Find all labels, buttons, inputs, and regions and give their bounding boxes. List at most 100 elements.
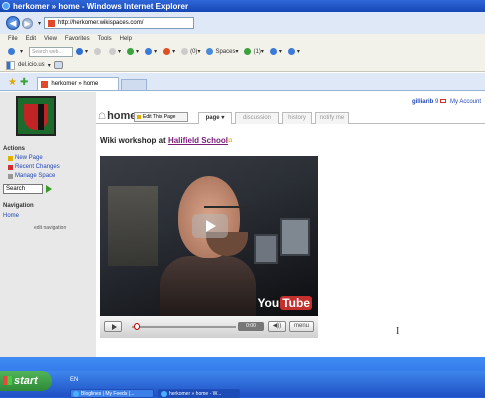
window-title: herkomer » home - Windows Internet Explo… [13,1,189,11]
ie-icon [161,391,167,397]
video-play-overlay-button[interactable] [192,214,228,238]
wiki-tabs-row: ☖home Edit This Page page ▾ discussion h… [96,110,485,124]
user-bar: gilliarib 9 My Account [412,99,481,105]
language-indicator[interactable]: EN [70,377,78,383]
page-title: ☖home [98,110,137,122]
tab-page[interactable]: page ▾ [198,112,232,124]
manage-space-icon [8,173,13,179]
back-button[interactable]: ◀ [6,16,20,30]
new-tab-button[interactable] [121,79,148,90]
tab-label: herkomer » home [51,81,99,87]
play-icon [112,324,117,330]
sidebar-search-input[interactable]: Search [3,184,43,194]
video-background-monitor [280,218,310,256]
seek-handle[interactable] [134,323,140,330]
ie-logo-icon [2,2,10,10]
video-background-monitor [254,234,278,264]
video-menu-button[interactable]: menu [289,321,314,332]
windows-flag-icon [3,376,12,385]
menu-favorites[interactable]: Favorites [65,36,90,42]
taskbar-item-herkomer[interactable]: herkomer » home - W... [158,389,240,398]
navigation-heading: Navigation [3,203,34,209]
school-crest-logo[interactable] [16,96,56,136]
delicious-label[interactable]: del.icio.us [18,62,45,68]
video-presenter [160,176,256,316]
menu-tools[interactable]: Tools [98,36,112,42]
toolbar-contacts-icon[interactable]: (1) ▾ [244,48,264,55]
add-favorites-icon[interactable]: ✚ [20,76,28,90]
search-go-icon[interactable] [46,185,52,193]
recent-changes-link[interactable]: Recent Changes [8,164,60,170]
toolbar-spaces-icon[interactable]: Spaces ▾ [206,48,238,55]
video-background-shelves [108,186,158,266]
forward-button[interactable]: ▶ [22,17,33,29]
address-url: http://herkomer.wikispaces.com/ [58,20,144,26]
youtube-video-player[interactable]: You Tube 0:00 ◀)) menu [100,156,318,338]
window-title-bar: herkomer » home - Windows Internet Explo… [0,0,485,12]
toolbar-notes-icon[interactable]: ▾ [163,48,175,55]
video-controls: 0:00 ◀)) menu [100,316,318,338]
address-bar[interactable]: http://herkomer.wikispaces.com/ [44,17,195,29]
house-icon: ☖ [98,111,107,121]
toolbar-mail-icon[interactable]: (0) ▾ [181,48,200,55]
toolbar-logo-dropdown-icon[interactable]: ▾ [20,48,23,55]
play-button[interactable] [104,321,122,332]
menu-edit[interactable]: Edit [26,36,36,42]
youtube-logo[interactable]: You Tube [257,296,312,310]
halifield-school-link[interactable]: Halifield School [168,136,228,145]
username-link[interactable]: gilliarib [412,99,433,105]
volume-button[interactable]: ◀)) [268,321,286,332]
history-dropdown-icon[interactable]: ▾ [38,20,41,27]
toolbar-help-icon[interactable]: ▾ [287,48,300,55]
edit-this-page-button[interactable]: Edit This Page [134,112,188,122]
tab-favicon-icon [41,80,49,88]
toolbar-check-icon[interactable]: ▾ [145,48,157,55]
seek-bar[interactable] [132,326,236,328]
menu-bar: File Edit View Favorites Tools Help [0,34,485,44]
content-heading: Wiki workshop at Halifield School¤ [100,136,233,145]
taskbar-item-bloglines[interactable]: Bloglines | My Feeds (... [70,389,154,398]
nav-home-link[interactable]: Home [3,213,19,219]
text-cursor-icon: I [396,326,400,337]
menu-view[interactable]: View [44,36,57,42]
tab-notify-me[interactable]: notify me [315,112,349,124]
time-display: 0:00 [238,322,264,331]
web-page: Actions New Page Recent Changes Manage S… [0,92,485,357]
tab-discussion[interactable]: discussion [235,112,279,124]
external-link-icon: ¤ [227,136,233,145]
menu-file[interactable]: File [8,36,18,42]
manage-space-link[interactable]: Manage Space [8,173,55,179]
menu-help[interactable]: Help [120,36,132,42]
mail-icon[interactable] [440,99,447,104]
recent-changes-icon [8,164,13,170]
search-toolbar: ▾ Search web... ▾ ▾ ▾ ▾ ▾ (0) ▾ Spaces ▾ (… [0,44,485,59]
delicious-dropdown-icon[interactable]: ▾ [48,62,51,69]
ie-icon [73,391,79,397]
address-row: ◀ ▶ ▾ http://herkomer.wikispaces.com/ [0,12,485,34]
favorites-star-icon[interactable]: ★ [8,76,17,90]
toolbar-search-input[interactable]: Search web... [29,46,74,57]
toolbar-settings-icon[interactable]: ▾ [269,48,282,55]
toolbar-logo-icon[interactable] [8,48,15,55]
delicious-icon[interactable] [6,60,15,70]
tab-bar: ★ ✚ herkomer » home [0,73,485,91]
tab-history[interactable]: history [282,112,312,124]
wikispaces-favicon-icon [48,19,56,27]
edit-navigation-link[interactable]: edit navigation [34,225,66,231]
tab-herkomer-home[interactable]: herkomer » home [37,77,120,90]
new-page-link[interactable]: New Page [8,155,43,161]
toolbar-plus-icon[interactable] [94,48,103,55]
new-page-icon [8,155,13,161]
pencil-icon [137,115,141,119]
toolbar-search-icon[interactable]: ▾ [76,48,88,55]
toolbar-bookmark-icon[interactable]: ▾ [109,48,121,55]
my-account-link[interactable]: My Account [450,99,481,105]
start-button[interactable]: start [0,371,52,391]
delicious-tag-icon[interactable] [53,61,63,69]
wiki-sidebar: Actions New Page Recent Changes Manage S… [0,92,96,357]
toolbar-green-icon[interactable]: ▾ [127,48,139,55]
video-frame[interactable]: You Tube [100,156,318,316]
mail-count[interactable]: 9 [435,99,438,105]
delicious-bar: del.icio.us ▾ [0,59,485,72]
windows-taskbar: start EN Bloglines | My Feeds (... herko… [0,357,485,398]
